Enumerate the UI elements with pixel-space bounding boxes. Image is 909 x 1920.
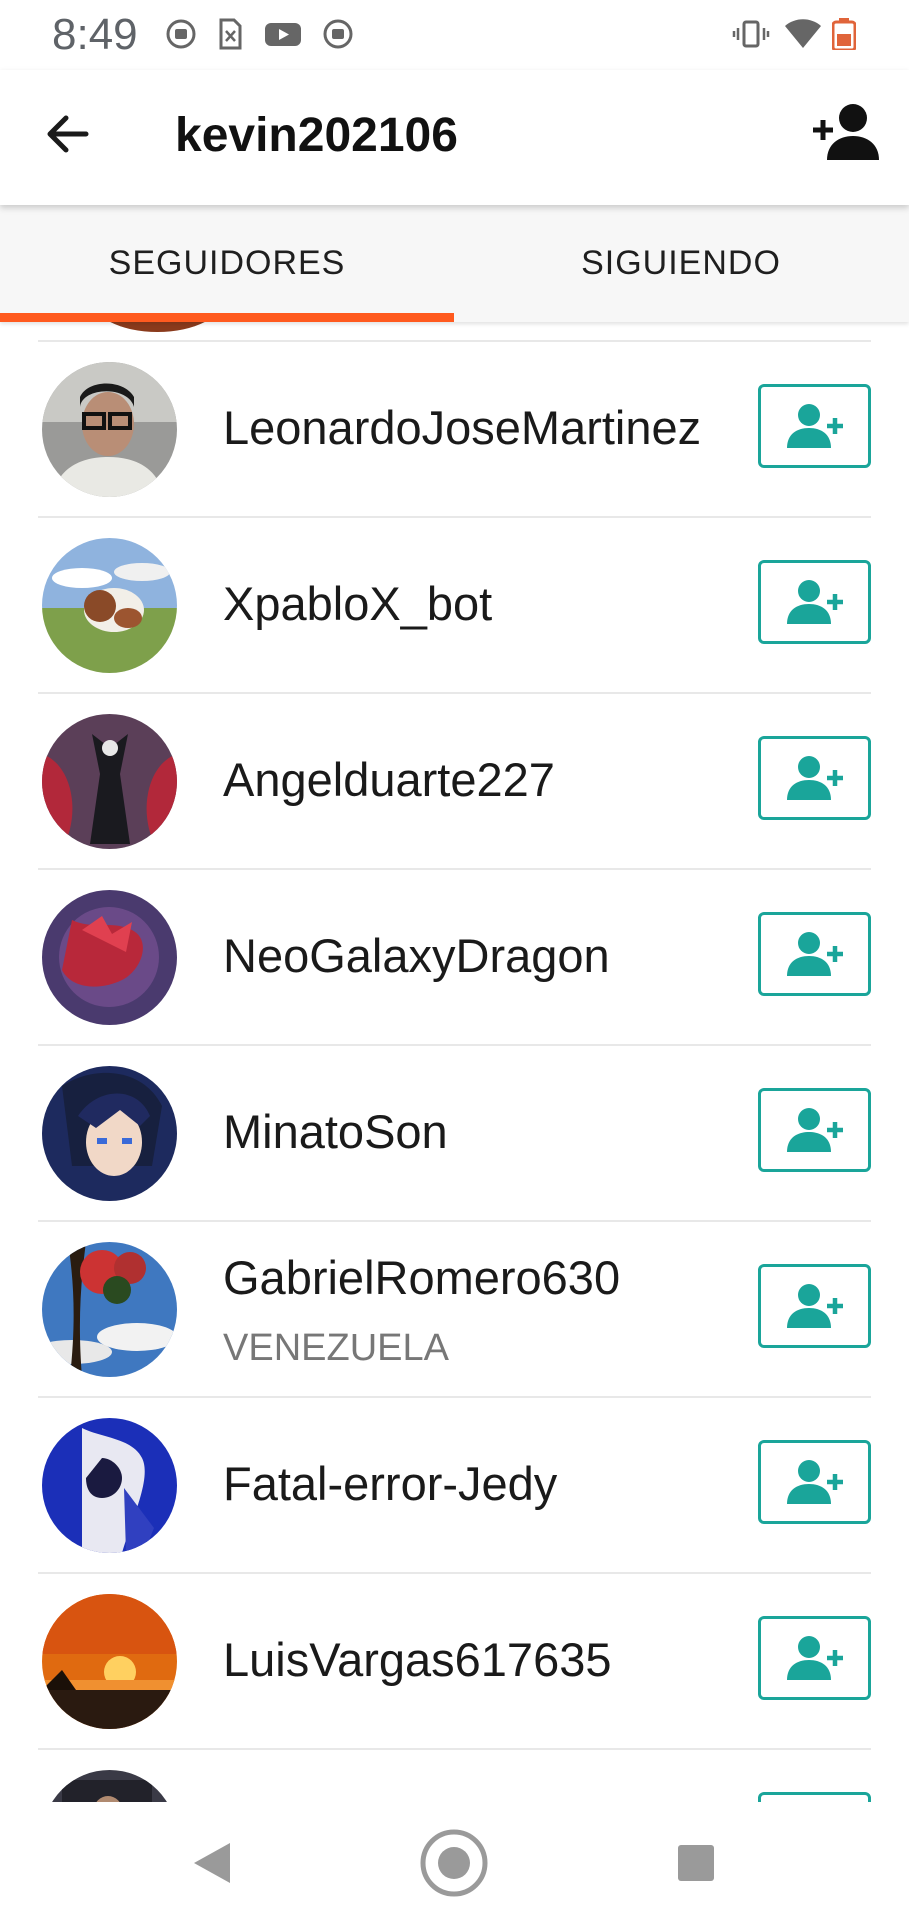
avatar xyxy=(42,1770,177,1802)
list-item[interactable]: MinatoSon xyxy=(38,1044,871,1220)
follow-button[interactable] xyxy=(758,560,871,644)
list-item[interactable]: NeoGalaxyDragon xyxy=(38,868,871,1044)
tab-indicator xyxy=(0,313,454,322)
add-person-icon xyxy=(786,932,843,976)
follower-name[interactable]: MinatoSon xyxy=(223,1104,448,1159)
list-item[interactable]: LuisVargas617635 xyxy=(38,1572,871,1748)
add-person-icon xyxy=(786,756,843,800)
status-bar: 8:49 xyxy=(0,0,909,70)
follower-name[interactable]: LeonardoJoseMartinez xyxy=(223,400,701,455)
follow-button[interactable] xyxy=(758,1792,871,1802)
avatar xyxy=(42,1418,177,1553)
add-person-icon xyxy=(786,1460,843,1504)
app-bar: kevin202106 xyxy=(0,70,909,205)
back-triangle-icon[interactable] xyxy=(176,1827,248,1899)
recents-square-icon[interactable] xyxy=(660,1827,732,1899)
avatar xyxy=(42,1594,177,1729)
tab-bar: SEGUIDORES SIGUIENDO xyxy=(0,205,909,322)
follower-name[interactable]: NeoGalaxyDragon xyxy=(223,928,610,983)
follower-name[interactable]: Angelduarte227 xyxy=(223,752,555,807)
follower-name[interactable]: GabrielRomero630 xyxy=(223,1250,620,1305)
notification-icon-2 xyxy=(323,19,353,49)
follower-name[interactable]: XpabloX_bot xyxy=(223,576,492,631)
follower-name[interactable]: LuisVargas617635 xyxy=(223,1632,611,1687)
avatar xyxy=(42,890,177,1025)
follow-button[interactable] xyxy=(758,1264,871,1348)
status-time: 8:49 xyxy=(52,10,138,59)
avatar xyxy=(42,1066,177,1201)
follow-button[interactable] xyxy=(758,736,871,820)
follow-button[interactable] xyxy=(758,912,871,996)
add-person-icon xyxy=(786,1284,843,1328)
add-person-icon xyxy=(786,580,843,624)
list-item[interactable]: Fatal-error-Jedy xyxy=(38,1396,871,1572)
add-person-icon[interactable] xyxy=(809,100,881,164)
vibrate-icon xyxy=(732,20,770,48)
system-nav-bar xyxy=(0,1802,909,1920)
arrow-back-icon[interactable] xyxy=(36,102,100,166)
avatar xyxy=(42,538,177,673)
tab-seguidores[interactable]: SEGUIDORES xyxy=(0,205,454,322)
avatar xyxy=(42,714,177,849)
wifi-icon xyxy=(785,19,821,48)
follower-location: VENEZUELA xyxy=(223,1327,449,1369)
list-item[interactable]: GabrielRomero630 VENEZUELA xyxy=(38,1220,871,1396)
partial-row-top xyxy=(0,322,909,340)
list-item[interactable]: LeonardoJoseMartinez xyxy=(38,340,871,516)
add-person-icon xyxy=(786,1636,843,1680)
list-item[interactable]: XpabloX_bot xyxy=(38,516,871,692)
follow-button[interactable] xyxy=(758,1616,871,1700)
avatar xyxy=(42,1242,177,1377)
follow-button[interactable] xyxy=(758,1440,871,1524)
home-circle-icon[interactable] xyxy=(418,1827,490,1899)
add-person-icon xyxy=(786,404,843,448)
sim-icon xyxy=(219,18,242,50)
youtube-icon xyxy=(265,23,301,46)
follow-button[interactable] xyxy=(758,1088,871,1172)
follow-button[interactable] xyxy=(758,384,871,468)
followers-list[interactable]: LeonardoJoseMartinez XpabloX_bot Angeldu… xyxy=(0,322,909,1802)
follower-name[interactable]: Fatal-error-Jedy xyxy=(223,1456,557,1511)
battery-icon xyxy=(832,18,856,50)
list-item[interactable]: Angelduarte227 xyxy=(38,692,871,868)
avatar xyxy=(42,362,177,497)
notification-icon xyxy=(166,19,196,49)
tab-siguiendo[interactable]: SIGUIENDO xyxy=(454,205,908,322)
add-person-icon xyxy=(786,1108,843,1152)
page-title: kevin202106 xyxy=(175,109,458,162)
list-item-partial[interactable] xyxy=(38,1748,871,1802)
